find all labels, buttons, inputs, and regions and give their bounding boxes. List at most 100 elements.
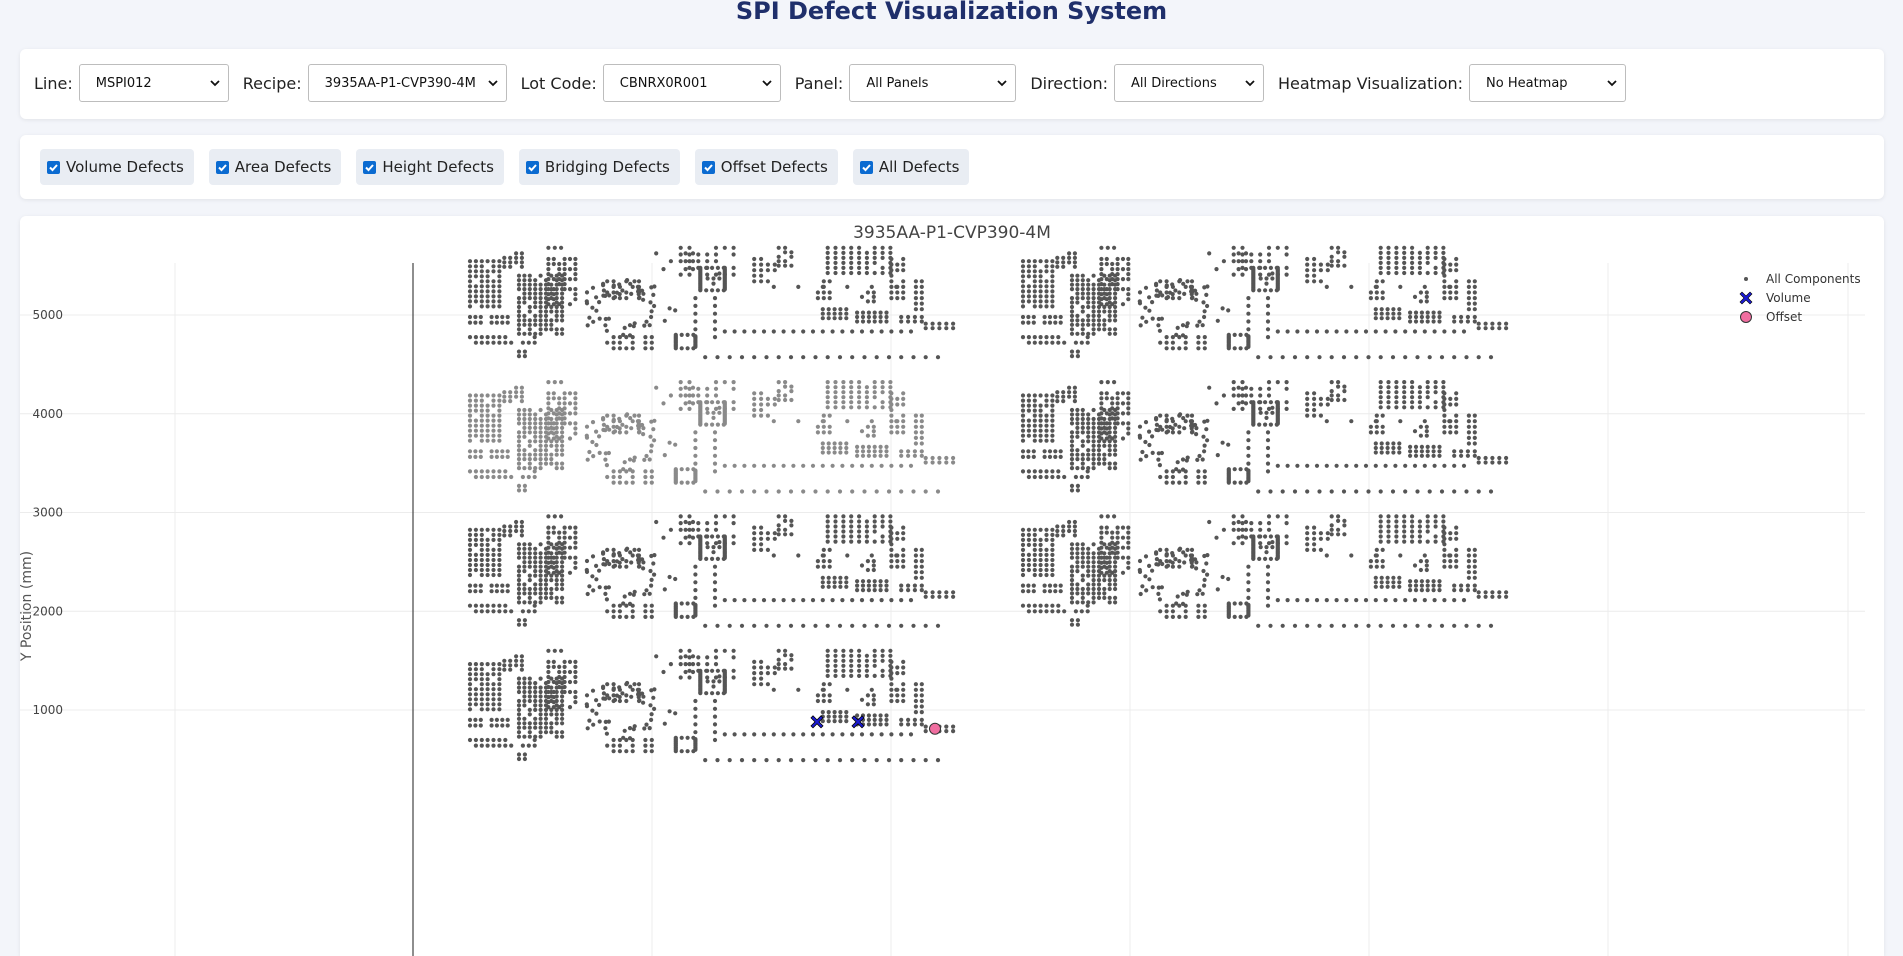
volume-defects-toggle[interactable]: Volume Defects [40, 149, 194, 185]
component-point [1391, 311, 1396, 316]
component-point [1454, 396, 1459, 401]
panel-select[interactable]: All Panels [849, 64, 1017, 102]
direction-select[interactable]: All Directions [1113, 64, 1264, 102]
legend-item-all-components[interactable]: All Components [1744, 272, 1861, 286]
component-point [1265, 580, 1271, 585]
area-defects-toggle[interactable]: Area Defects [208, 149, 342, 185]
checkbox-checked-icon[interactable] [47, 160, 60, 174]
legend-item-offset[interactable]: Offset [1740, 310, 1803, 324]
component-point [1391, 316, 1396, 321]
component-point [643, 474, 648, 480]
checkbox-checked-icon[interactable] [525, 160, 539, 174]
panel-7-components[interactable] [467, 648, 956, 763]
line-select[interactable]: MSPI012 [78, 64, 229, 102]
component-point [1425, 310, 1430, 315]
component-point [1086, 287, 1091, 292]
component-point [1032, 532, 1037, 537]
component-point [527, 551, 532, 556]
component-point [485, 438, 490, 443]
checkbox-checked-icon[interactable] [363, 160, 377, 174]
component-point [1380, 296, 1385, 301]
component-point [1465, 319, 1470, 324]
component-point [1402, 405, 1407, 410]
component-point [825, 529, 830, 534]
component-point [874, 355, 879, 360]
component-point [533, 681, 538, 686]
panel-4-components[interactable] [1020, 380, 1509, 494]
component-point [644, 453, 649, 459]
all-defects-toggle[interactable]: All Defects [852, 149, 970, 185]
checkbox-checked-icon[interactable] [215, 160, 229, 174]
component-point [649, 449, 654, 454]
defect-scatter-plot[interactable]: 10002000300040005000Y Position (mm) All … [20, 216, 1884, 956]
component-point [1126, 535, 1131, 540]
component-point [1231, 386, 1236, 391]
component-point [546, 684, 551, 690]
component-point [479, 737, 484, 743]
component-point [715, 623, 720, 628]
component-point [467, 687, 473, 692]
component-point [722, 598, 727, 603]
component-point [923, 758, 928, 763]
component-point [649, 577, 654, 582]
component-point [560, 318, 565, 323]
component-point [526, 474, 531, 480]
component-point [937, 594, 942, 599]
component-point [494, 717, 499, 722]
recipe-select[interactable]: 3935AA-P1-CVP390-4M [307, 64, 507, 102]
component-point [1091, 569, 1096, 574]
heatmap-select[interactable]: No Heatmap [1469, 64, 1627, 102]
checkbox-checked-icon[interactable] [859, 160, 873, 174]
component-point [551, 436, 556, 441]
offset-defects-toggle[interactable]: Offset Defects [694, 149, 838, 185]
component-point [567, 421, 573, 426]
component-point [1424, 433, 1429, 438]
component-point [827, 564, 832, 569]
lot-code-select[interactable]: CBNRX0R001 [602, 64, 781, 102]
component-point [826, 316, 831, 321]
component-point [1044, 572, 1049, 578]
component-point [901, 296, 906, 301]
component-point [1408, 319, 1413, 324]
component-point [1378, 390, 1383, 395]
component-point [1120, 421, 1126, 426]
component-point [546, 689, 551, 695]
component-point [1354, 489, 1359, 494]
panel-2-components[interactable] [1020, 245, 1509, 360]
component-point [1249, 259, 1254, 264]
component-point [473, 294, 478, 299]
component-point [1107, 313, 1112, 318]
component-point [696, 386, 701, 391]
component-point [551, 705, 556, 710]
component-point [497, 567, 502, 573]
offset-defect-marker[interactable] [929, 722, 941, 735]
component-point [844, 307, 849, 312]
component-point [644, 588, 649, 593]
component-point [560, 452, 565, 457]
component-point [899, 489, 904, 494]
component-point [546, 272, 551, 277]
component-point [869, 284, 874, 289]
component-point [516, 300, 522, 305]
component-point [642, 323, 647, 328]
component-point [845, 553, 850, 558]
panel-1-components[interactable] [467, 245, 956, 360]
component-point [1264, 550, 1269, 555]
height-defects-toggle[interactable]: Height Defects [356, 149, 504, 185]
component-point [652, 706, 657, 711]
component-point [560, 712, 565, 717]
component-point [1442, 564, 1447, 569]
checkbox-checked-icon[interactable] [701, 160, 715, 174]
component-point [485, 672, 490, 677]
legend-item-volume[interactable]: Volume [1739, 291, 1811, 305]
component-point [522, 564, 527, 569]
component-point [1150, 300, 1155, 305]
component-point [1026, 259, 1031, 264]
panel-3-components[interactable] [467, 380, 956, 494]
bridging-defects-toggle[interactable]: Bridging Defects [518, 149, 680, 185]
component-point [1038, 433, 1043, 438]
component-point [1325, 396, 1330, 401]
component-point [1069, 287, 1075, 292]
component-point [1086, 457, 1091, 462]
component-point [1238, 467, 1243, 472]
